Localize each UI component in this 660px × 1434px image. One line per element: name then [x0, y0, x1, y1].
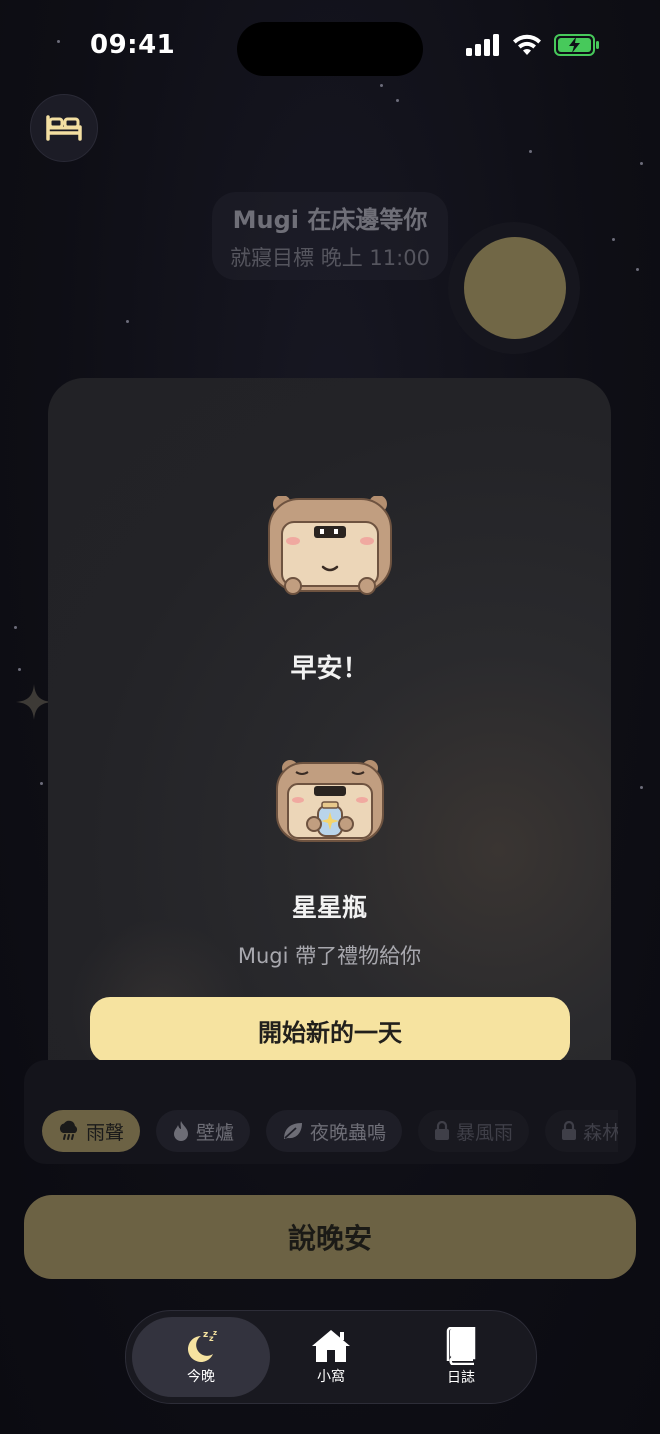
- lock-icon: [435, 1121, 450, 1140]
- tab-journal[interactable]: 日誌: [392, 1317, 530, 1397]
- star-dot: [529, 150, 532, 153]
- signal-icon: [466, 34, 499, 56]
- star-dot: [380, 84, 383, 87]
- tab-label: 日誌: [447, 1370, 475, 1386]
- sound-chip-label: 暴風雨: [456, 1121, 514, 1144]
- tab-label: 今晚: [187, 1369, 215, 1385]
- svg-text:z: z: [203, 1330, 208, 1340]
- sound-chips: 雨聲 壁爐 夜晚蟲鳴 暴風雨 森林溪: [42, 1110, 618, 1154]
- house-icon: [312, 1330, 350, 1362]
- start-new-day-button[interactable]: 開始新的一天: [90, 997, 570, 1063]
- dynamic-island: [237, 22, 423, 76]
- sound-chip-label: 壁爐: [196, 1121, 235, 1144]
- status-time: 09:41: [90, 30, 176, 60]
- tab-tonight[interactable]: z z z 今晚: [132, 1317, 270, 1397]
- star-dot: [40, 782, 43, 785]
- header-title: Mugi 在床邊等你: [232, 206, 428, 234]
- sound-chip-label: 森林溪: [583, 1121, 618, 1144]
- star-dot: [612, 238, 615, 241]
- tab-label: 小窩: [317, 1369, 345, 1385]
- say-goodnight-button[interactable]: 說晚安: [24, 1195, 636, 1279]
- star-dot: [18, 668, 21, 671]
- sound-chip-label: 雨聲: [86, 1121, 125, 1144]
- star-dot: [14, 626, 17, 629]
- mugi-mascot-icon: [268, 496, 392, 595]
- sound-chip-label: 夜晚蟲鳴: [310, 1121, 387, 1144]
- star-dot: [640, 162, 643, 165]
- status-icons: [466, 34, 600, 56]
- svg-text:z: z: [213, 1329, 217, 1337]
- gift-description: Mugi 帶了禮物給你: [237, 944, 422, 968]
- star-dot: [57, 40, 60, 43]
- battery-charging-icon: [554, 34, 599, 56]
- book-icon: [446, 1327, 476, 1365]
- sound-chip-fireplace[interactable]: 壁爐: [156, 1110, 251, 1152]
- moon-icon: [464, 237, 566, 339]
- mugi-gift-icon: [276, 760, 384, 842]
- sound-chip-night-crickets[interactable]: 夜晚蟲鳴: [266, 1110, 403, 1152]
- tab-bar: z z z 今晚 小窩 日誌: [125, 1310, 537, 1404]
- morning-modal: 早安！ 星星瓶 Mugi 帶了禮物給你 開始新的一天: [48, 378, 611, 1104]
- star-dot: [126, 320, 129, 323]
- tab-den[interactable]: 小窩: [262, 1317, 400, 1397]
- sound-chip-storm[interactable]: 暴風雨: [418, 1110, 530, 1152]
- bed-button[interactable]: [30, 94, 98, 162]
- wifi-icon: [513, 34, 541, 55]
- rain-cloud-icon: [59, 1120, 78, 1140]
- bed-icon: [46, 115, 82, 141]
- star-dot: [640, 786, 643, 789]
- lock-icon: [562, 1121, 577, 1140]
- gift-name: 星星瓶: [291, 893, 367, 922]
- greeting-text: 早安！: [290, 654, 369, 684]
- flame-icon: [174, 1121, 189, 1141]
- leaf-icon: [284, 1123, 303, 1139]
- sound-chip-rain[interactable]: 雨聲: [42, 1110, 141, 1152]
- star-dot: [396, 99, 399, 102]
- moon-sleep-icon: z z z: [188, 1329, 217, 1362]
- sound-chip-forest-stream[interactable]: 森林溪: [545, 1110, 618, 1152]
